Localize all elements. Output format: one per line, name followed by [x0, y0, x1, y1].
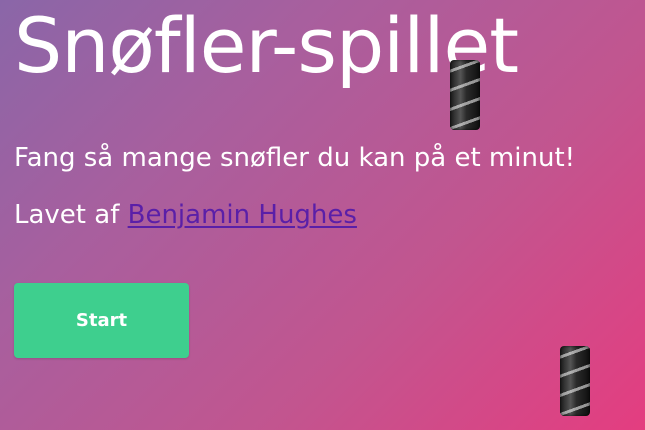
author-link[interactable]: Benjamin Hughes — [128, 200, 357, 230]
page-subtitle: Fang så mange snøfler du kan på et minut… — [14, 143, 576, 173]
page-title: Snøfler-spillet — [14, 1, 519, 90]
author-line: Lavet af Benjamin Hughes — [14, 200, 357, 231]
snofler-icon[interactable] — [450, 60, 480, 130]
snofler-icon[interactable] — [560, 346, 590, 416]
author-prefix: Lavet af — [14, 200, 128, 230]
start-button[interactable]: Start — [14, 283, 189, 358]
